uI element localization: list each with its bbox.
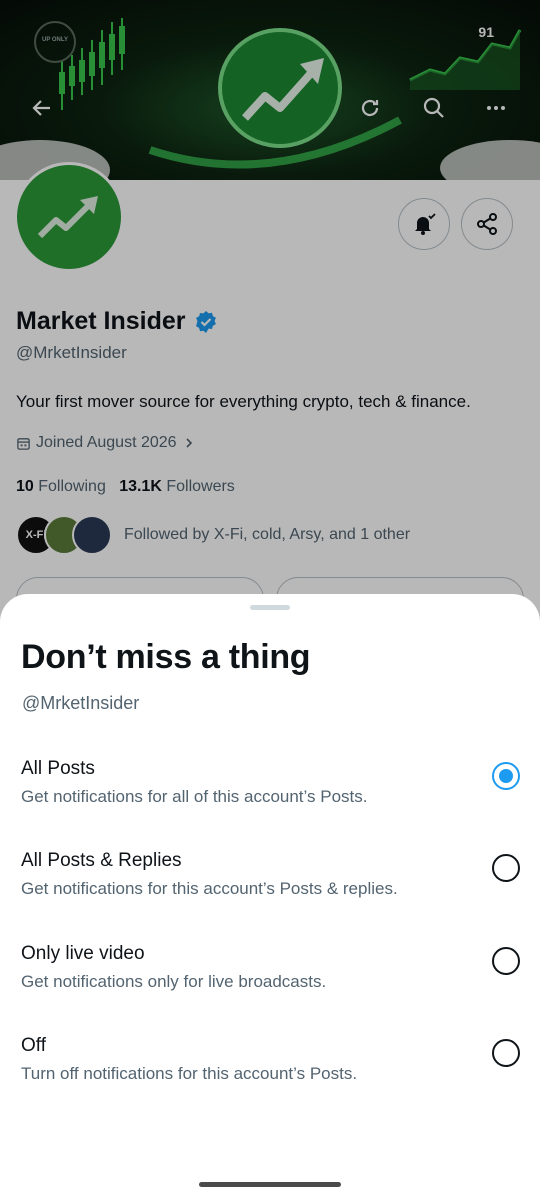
sheet-drag-handle[interactable] (250, 605, 290, 610)
option-description: Get notifications for this account’s Pos… (21, 879, 398, 898)
notification-settings-sheet: Don’t miss a thing @MrketInsider All Pos… (0, 594, 540, 1200)
option-off[interactable]: Off Turn off notifications for this acco… (0, 1035, 540, 1115)
option-title: All Posts & Replies (21, 850, 182, 871)
option-all-posts-replies[interactable]: All Posts & Replies Get notifications fo… (0, 850, 540, 930)
option-title: All Posts (21, 758, 95, 779)
radio-button[interactable] (492, 947, 520, 975)
sheet-handle: @MrketInsider (22, 693, 140, 713)
radio-button-selected[interactable] (492, 762, 520, 790)
option-title: Off (21, 1035, 46, 1056)
option-title: Only live video (21, 943, 145, 964)
option-description: Turn off notifications for this account’… (21, 1064, 358, 1083)
option-all-posts[interactable]: All Posts Get notifications for all of t… (0, 758, 540, 838)
radio-button[interactable] (492, 1039, 520, 1067)
option-only-live-video[interactable]: Only live video Get notifications only f… (0, 943, 540, 1023)
radio-button[interactable] (492, 854, 520, 882)
option-description: Get notifications for all of this accoun… (21, 787, 368, 806)
sheet-title: Don’t miss a thing (21, 638, 311, 676)
home-indicator[interactable] (199, 1182, 341, 1187)
option-description: Get notifications only for live broadcas… (21, 972, 327, 991)
